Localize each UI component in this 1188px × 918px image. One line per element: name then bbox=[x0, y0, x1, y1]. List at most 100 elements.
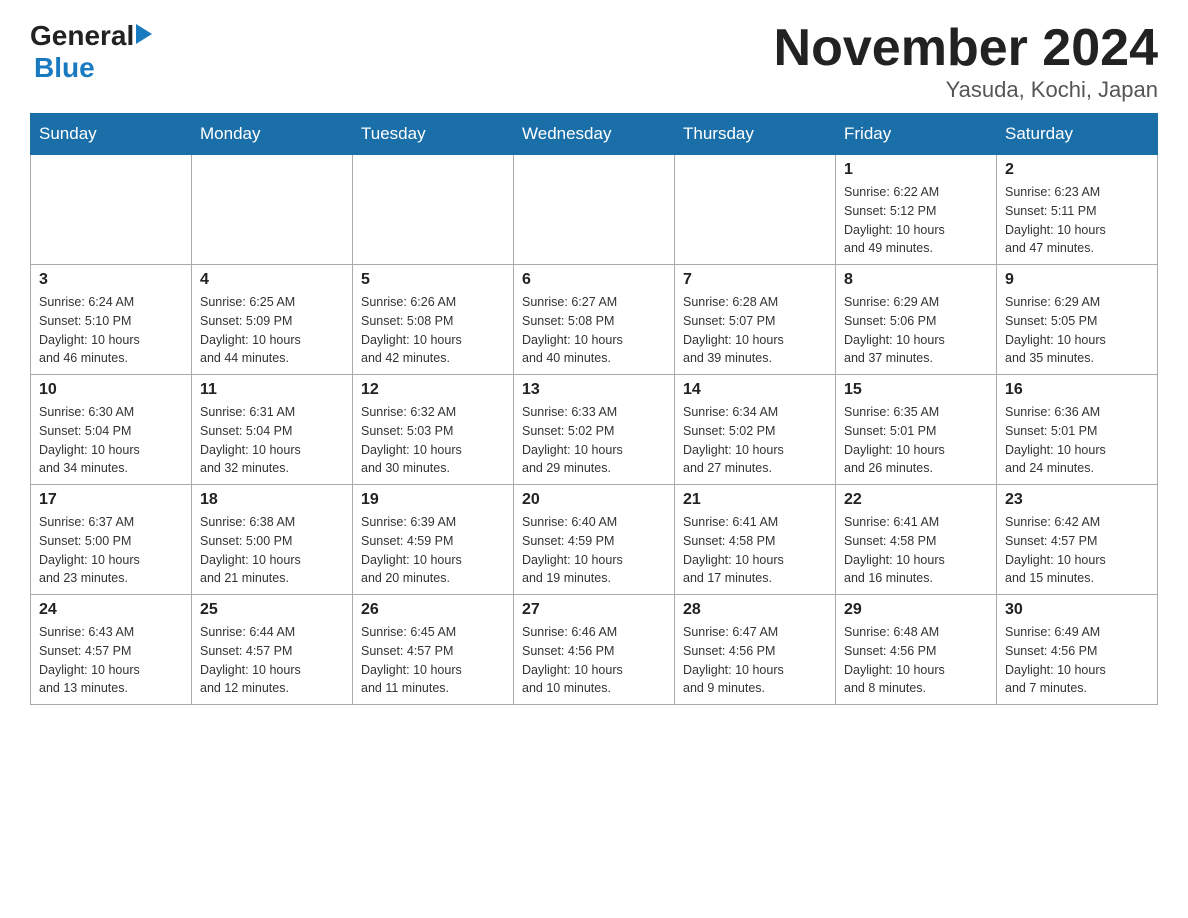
calendar-cell: 9Sunrise: 6:29 AMSunset: 5:05 PMDaylight… bbox=[997, 265, 1158, 375]
day-number: 15 bbox=[844, 381, 988, 399]
calendar-cell: 8Sunrise: 6:29 AMSunset: 5:06 PMDaylight… bbox=[836, 265, 997, 375]
calendar-cell: 11 Sunrise: 6:31 AMSunset: 5:04 PMDayligh… bbox=[192, 375, 353, 485]
day-info: Sunrise: 6:41 AMSunset: 4:58 PMDaylight:… bbox=[683, 513, 827, 588]
day-number: 29 bbox=[844, 601, 988, 619]
logo: General Blue bbox=[30, 20, 152, 84]
calendar-cell bbox=[675, 155, 836, 265]
day-number: 3 bbox=[39, 271, 183, 289]
day-number: 2 bbox=[1005, 161, 1149, 179]
day-number: 25 bbox=[200, 601, 344, 619]
calendar-table: SundayMondayTuesdayWednesdayThursdayFrid… bbox=[30, 113, 1158, 705]
calendar-cell: 26 Sunrise: 6:45 AMSunset: 4:57 PMDayligh… bbox=[353, 595, 514, 705]
calendar-cell: 10 Sunrise: 6:30 AMSunset: 5:04 PMDayligh… bbox=[31, 375, 192, 485]
day-number: 4 bbox=[200, 271, 344, 289]
day-number: 22 bbox=[844, 491, 988, 509]
day-number: 7 bbox=[683, 271, 827, 289]
day-info: Sunrise: 6:47 AMSunset: 4:56 PMDaylight:… bbox=[683, 623, 827, 698]
calendar-cell: 28 Sunrise: 6:47 AMSunset: 4:56 PMDayligh… bbox=[675, 595, 836, 705]
calendar-cell: 22 Sunrise: 6:41 AMSunset: 4:58 PMDayligh… bbox=[836, 485, 997, 595]
day-info: Sunrise: 6:33 AMSunset: 5:02 PMDaylight:… bbox=[522, 403, 666, 478]
day-number: 18 bbox=[200, 491, 344, 509]
day-info: Sunrise: 6:30 AMSunset: 5:04 PMDaylight:… bbox=[39, 403, 183, 478]
weekday-header-monday: Monday bbox=[192, 114, 353, 155]
calendar-cell bbox=[514, 155, 675, 265]
calendar-cell: 23Sunrise: 6:42 AMSunset: 4:57 PMDayligh… bbox=[997, 485, 1158, 595]
calendar-cell: 15 Sunrise: 6:35 AMSunset: 5:01 PMDayligh… bbox=[836, 375, 997, 485]
calendar-cell: 12Sunrise: 6:32 AMSunset: 5:03 PMDayligh… bbox=[353, 375, 514, 485]
calendar-cell bbox=[31, 155, 192, 265]
calendar-cell: 19 Sunrise: 6:39 AMSunset: 4:59 PMDayligh… bbox=[353, 485, 514, 595]
calendar-cell: 30Sunrise: 6:49 AMSunset: 4:56 PMDayligh… bbox=[997, 595, 1158, 705]
day-number: 30 bbox=[1005, 601, 1149, 619]
day-info: Sunrise: 6:31 AMSunset: 5:04 PMDaylight:… bbox=[200, 403, 344, 478]
day-number: 6 bbox=[522, 271, 666, 289]
day-info: Sunrise: 6:28 AMSunset: 5:07 PMDaylight:… bbox=[683, 293, 827, 368]
day-number: 26 bbox=[361, 601, 505, 619]
logo-arrow-icon bbox=[136, 24, 152, 44]
day-info: Sunrise: 6:22 AMSunset: 5:12 PMDaylight:… bbox=[844, 183, 988, 258]
day-number: 17 bbox=[39, 491, 183, 509]
calendar-cell: 6Sunrise: 6:27 AMSunset: 5:08 PMDaylight… bbox=[514, 265, 675, 375]
day-info: Sunrise: 6:29 AMSunset: 5:06 PMDaylight:… bbox=[844, 293, 988, 368]
day-number: 11 bbox=[200, 381, 344, 399]
day-info: Sunrise: 6:37 AMSunset: 5:00 PMDaylight:… bbox=[39, 513, 183, 588]
calendar-cell: 1 Sunrise: 6:22 AMSunset: 5:12 PMDaylight… bbox=[836, 155, 997, 265]
calendar-cell: 2 Sunrise: 6:23 AMSunset: 5:11 PMDaylight… bbox=[997, 155, 1158, 265]
day-info: Sunrise: 6:38 AMSunset: 5:00 PMDaylight:… bbox=[200, 513, 344, 588]
day-number: 24 bbox=[39, 601, 183, 619]
day-number: 14 bbox=[683, 381, 827, 399]
calendar-cell: 25 Sunrise: 6:44 AMSunset: 4:57 PMDayligh… bbox=[192, 595, 353, 705]
page-header: General Blue November 2024 Yasuda, Kochi… bbox=[30, 20, 1158, 103]
day-info: Sunrise: 6:23 AMSunset: 5:11 PMDaylight:… bbox=[1005, 183, 1149, 258]
calendar-cell: 14 Sunrise: 6:34 AMSunset: 5:02 PMDayligh… bbox=[675, 375, 836, 485]
day-number: 1 bbox=[844, 161, 988, 179]
day-info: Sunrise: 6:44 AMSunset: 4:57 PMDaylight:… bbox=[200, 623, 344, 698]
weekday-header-sunday: Sunday bbox=[31, 114, 192, 155]
day-number: 13 bbox=[522, 381, 666, 399]
day-info: Sunrise: 6:45 AMSunset: 4:57 PMDaylight:… bbox=[361, 623, 505, 698]
calendar-cell: 20 Sunrise: 6:40 AMSunset: 4:59 PMDayligh… bbox=[514, 485, 675, 595]
day-info: Sunrise: 6:36 AMSunset: 5:01 PMDaylight:… bbox=[1005, 403, 1149, 478]
calendar-header-row: SundayMondayTuesdayWednesdayThursdayFrid… bbox=[31, 114, 1158, 155]
day-info: Sunrise: 6:46 AMSunset: 4:56 PMDaylight:… bbox=[522, 623, 666, 698]
calendar-week-1: 1 Sunrise: 6:22 AMSunset: 5:12 PMDaylight… bbox=[31, 155, 1158, 265]
weekday-header-friday: Friday bbox=[836, 114, 997, 155]
day-number: 28 bbox=[683, 601, 827, 619]
day-info: Sunrise: 6:25 AMSunset: 5:09 PMDaylight:… bbox=[200, 293, 344, 368]
day-info: Sunrise: 6:34 AMSunset: 5:02 PMDaylight:… bbox=[683, 403, 827, 478]
weekday-header-thursday: Thursday bbox=[675, 114, 836, 155]
day-info: Sunrise: 6:35 AMSunset: 5:01 PMDaylight:… bbox=[844, 403, 988, 478]
day-info: Sunrise: 6:40 AMSunset: 4:59 PMDaylight:… bbox=[522, 513, 666, 588]
calendar-week-4: 17 Sunrise: 6:37 AMSunset: 5:00 PMDayligh… bbox=[31, 485, 1158, 595]
day-number: 10 bbox=[39, 381, 183, 399]
day-number: 19 bbox=[361, 491, 505, 509]
calendar-cell: 18 Sunrise: 6:38 AMSunset: 5:00 PMDayligh… bbox=[192, 485, 353, 595]
day-info: Sunrise: 6:41 AMSunset: 4:58 PMDaylight:… bbox=[844, 513, 988, 588]
day-info: Sunrise: 6:42 AMSunset: 4:57 PMDaylight:… bbox=[1005, 513, 1149, 588]
calendar-week-5: 24 Sunrise: 6:43 AMSunset: 4:57 PMDayligh… bbox=[31, 595, 1158, 705]
weekday-header-saturday: Saturday bbox=[997, 114, 1158, 155]
day-number: 21 bbox=[683, 491, 827, 509]
calendar-title: November 2024 bbox=[774, 20, 1158, 77]
calendar-cell: 13 Sunrise: 6:33 AMSunset: 5:02 PMDayligh… bbox=[514, 375, 675, 485]
day-info: Sunrise: 6:48 AMSunset: 4:56 PMDaylight:… bbox=[844, 623, 988, 698]
calendar-cell: 29 Sunrise: 6:48 AMSunset: 4:56 PMDayligh… bbox=[836, 595, 997, 705]
calendar-cell: 7 Sunrise: 6:28 AMSunset: 5:07 PMDaylight… bbox=[675, 265, 836, 375]
calendar-cell: 4 Sunrise: 6:25 AMSunset: 5:09 PMDaylight… bbox=[192, 265, 353, 375]
calendar-week-2: 3Sunrise: 6:24 AMSunset: 5:10 PMDaylight… bbox=[31, 265, 1158, 375]
day-info: Sunrise: 6:39 AMSunset: 4:59 PMDaylight:… bbox=[361, 513, 505, 588]
day-info: Sunrise: 6:26 AMSunset: 5:08 PMDaylight:… bbox=[361, 293, 505, 368]
day-number: 20 bbox=[522, 491, 666, 509]
day-info: Sunrise: 6:29 AMSunset: 5:05 PMDaylight:… bbox=[1005, 293, 1149, 368]
calendar-cell bbox=[192, 155, 353, 265]
calendar-cell bbox=[353, 155, 514, 265]
calendar-cell: 16 Sunrise: 6:36 AMSunset: 5:01 PMDayligh… bbox=[997, 375, 1158, 485]
day-number: 12 bbox=[361, 381, 505, 399]
calendar-cell: 21 Sunrise: 6:41 AMSunset: 4:58 PMDayligh… bbox=[675, 485, 836, 595]
calendar-cell: 27Sunrise: 6:46 AMSunset: 4:56 PMDayligh… bbox=[514, 595, 675, 705]
calendar-week-3: 10 Sunrise: 6:30 AMSunset: 5:04 PMDayligh… bbox=[31, 375, 1158, 485]
day-number: 5 bbox=[361, 271, 505, 289]
day-info: Sunrise: 6:43 AMSunset: 4:57 PMDaylight:… bbox=[39, 623, 183, 698]
day-number: 16 bbox=[1005, 381, 1149, 399]
weekday-header-wednesday: Wednesday bbox=[514, 114, 675, 155]
